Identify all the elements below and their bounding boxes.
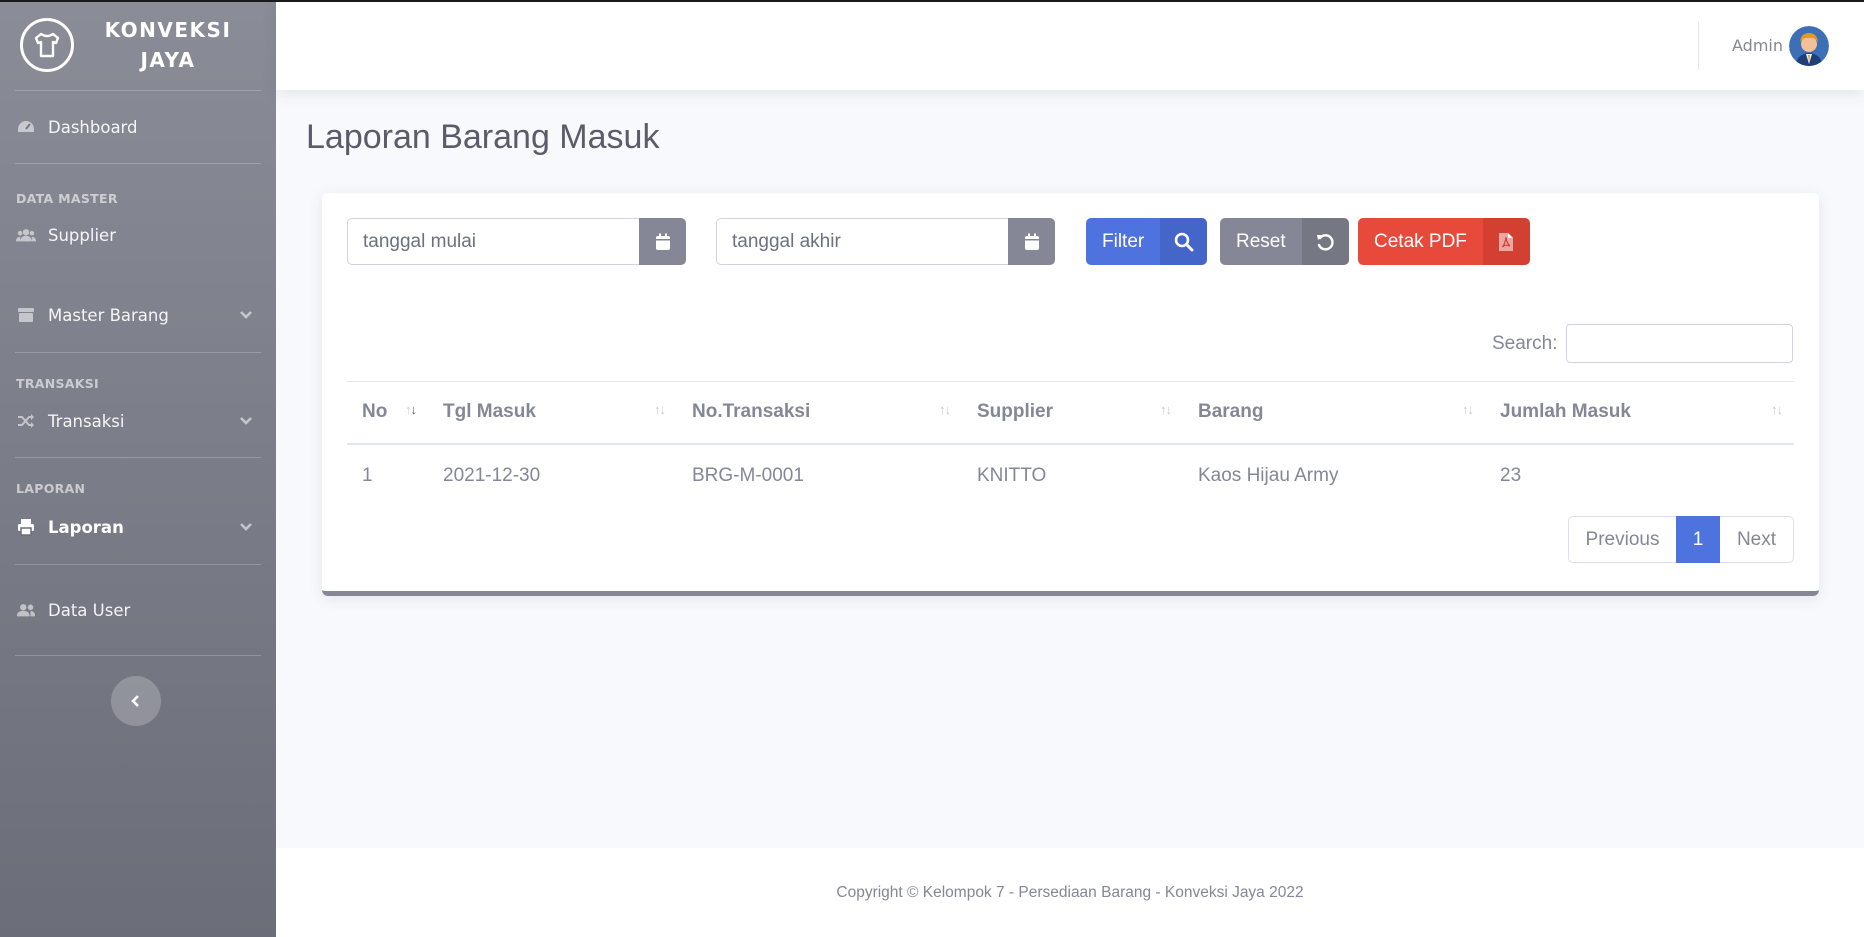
window-top-border — [0, 0, 1864, 2]
column-header-label: No — [362, 401, 388, 423]
sort-icon: ↑↓ — [1462, 402, 1474, 417]
sidebar: KONVEKSI JAYA Dashboard DATA MASTER Supp… — [0, 0, 276, 937]
users-icon — [16, 225, 36, 245]
page-title: Laporan Barang Masuk — [306, 118, 660, 156]
start-date-input[interactable] — [347, 218, 639, 265]
cell-jumlah-masuk: 23 — [1500, 464, 1522, 486]
random-icon — [16, 411, 36, 431]
sort-icon: ↑↓ — [654, 402, 666, 417]
column-header-jumlah-masuk[interactable]: Jumlah Masuk ↑↓ — [1485, 381, 1794, 445]
brand-name: KONVEKSI JAYA — [100, 15, 236, 75]
column-header-no[interactable]: No ↑↓ — [347, 381, 428, 445]
sidebar-brand[interactable]: KONVEKSI JAYA — [0, 0, 276, 90]
end-date-input[interactable] — [716, 218, 1008, 265]
column-header-label: Supplier — [977, 401, 1054, 423]
cell-barang: Kaos Hijau Army — [1198, 464, 1339, 486]
sidebar-item-dashboard[interactable]: Dashboard — [0, 91, 276, 163]
cell-no: 1 — [362, 464, 373, 486]
sidebar-item-label: Master Barang — [48, 305, 169, 325]
pagination: Previous 1 Next — [1568, 516, 1794, 563]
sort-icon: ↑↓ — [1771, 402, 1783, 417]
sort-icon: ↑↓ — [939, 402, 951, 417]
file-pdf-icon — [1482, 218, 1530, 265]
sidebar-item-supplier[interactable]: Supplier — [0, 206, 276, 264]
sidebar-divider — [15, 457, 261, 458]
chevron-down-icon — [238, 413, 254, 429]
tshirt-logo-icon — [20, 18, 74, 72]
column-header-label: Barang — [1198, 401, 1264, 423]
column-header-tgl-masuk[interactable]: Tgl Masuk ↑↓ — [428, 381, 677, 445]
sidebar-item-label: Transaksi — [48, 411, 125, 431]
sidebar-item-data-user[interactable]: Data User — [0, 565, 276, 655]
chevron-left-icon — [131, 694, 141, 708]
chevron-down-icon — [238, 519, 254, 535]
sidebar-item-label: Supplier — [48, 225, 116, 245]
filter-button-label: Filter — [1086, 218, 1161, 265]
print-icon — [16, 517, 36, 537]
user-group-icon — [16, 600, 36, 620]
column-header-no-transaksi[interactable]: No.Transaksi ↑↓ — [677, 381, 962, 445]
filter-button[interactable]: Filter — [1086, 218, 1208, 265]
sort-icon: ↑↓ — [1160, 402, 1172, 417]
calendar-icon — [1024, 233, 1040, 251]
table-search: Search: — [1492, 324, 1794, 363]
end-date-calendar-button[interactable] — [1008, 218, 1055, 265]
sidebar-heading-laporan: LAPORAN — [16, 481, 86, 496]
print-pdf-button[interactable]: Cetak PDF — [1358, 218, 1530, 265]
cell-tgl-masuk: 2021-12-30 — [443, 464, 541, 486]
footer: Copyright © Kelompok 7 - Persediaan Bara… — [276, 848, 1864, 937]
footer-copyright: Copyright © Kelompok 7 - Persediaan Bara… — [836, 883, 1304, 901]
cell-supplier: KNITTO — [977, 464, 1047, 486]
sidebar-item-label: Dashboard — [48, 117, 138, 137]
sidebar-divider — [15, 352, 261, 353]
search-label: Search: — [1492, 332, 1558, 354]
pagination-page-1[interactable]: 1 — [1676, 516, 1720, 563]
column-header-label: Jumlah Masuk — [1500, 401, 1631, 423]
topbar-divider — [1698, 22, 1699, 70]
sidebar-item-label: Data User — [48, 600, 131, 620]
sidebar-heading-data-master: DATA MASTER — [16, 191, 118, 206]
pagination-next-button[interactable]: Next — [1720, 516, 1794, 563]
brand-line-1: KONVEKSI — [104, 18, 232, 42]
sidebar-item-label: Laporan — [48, 517, 124, 537]
report-card: Filter Reset Cetak PDF Search: No ↑↓ Tgl … — [322, 193, 1819, 596]
column-header-label: No.Transaksi — [692, 401, 811, 423]
start-date-calendar-button[interactable] — [639, 218, 686, 265]
start-date-group — [347, 218, 686, 265]
sort-icon: ↑↓ — [405, 402, 417, 417]
search-icon — [1160, 218, 1208, 265]
sidebar-item-transaksi[interactable]: Transaksi — [0, 391, 276, 457]
undo-icon — [1301, 218, 1349, 265]
column-header-label: Tgl Masuk — [443, 401, 536, 423]
cell-no-transaksi: BRG-M-0001 — [692, 464, 804, 486]
calendar-icon — [655, 233, 671, 251]
sidebar-heading-transaksi: TRANSAKSI — [16, 376, 100, 391]
reset-button-label: Reset — [1220, 218, 1302, 265]
reset-button[interactable]: Reset — [1220, 218, 1349, 265]
report-table: No ↑↓ Tgl Masuk ↑↓ No.Transaksi ↑↓ Supplier… — [347, 381, 1794, 507]
chevron-down-icon — [238, 307, 254, 323]
sidebar-item-laporan[interactable]: Laporan — [0, 496, 276, 564]
pagination-previous-button[interactable]: Previous — [1568, 516, 1676, 563]
sidebar-toggle-button[interactable] — [111, 676, 161, 726]
table-row: 1 2021-12-30 BRG-M-0001 KNITTO Kaos Hija… — [347, 444, 1794, 507]
sidebar-divider — [15, 655, 261, 656]
sidebar-item-master-barang[interactable]: Master Barang — [0, 264, 276, 348]
column-header-barang[interactable]: Barang ↑↓ — [1183, 381, 1485, 445]
topbar: Admin — [276, 2, 1864, 90]
table-header-row: No ↑↓ Tgl Masuk ↑↓ No.Transaksi ↑↓ Supplier… — [347, 381, 1794, 445]
sidebar-divider — [15, 163, 261, 164]
box-icon — [16, 305, 36, 325]
brand-line-2: JAYA — [140, 48, 196, 72]
user-name[interactable]: Admin — [1732, 36, 1783, 55]
avatar[interactable] — [1789, 26, 1829, 66]
end-date-group — [716, 218, 1055, 265]
column-header-supplier[interactable]: Supplier ↑↓ — [962, 381, 1183, 445]
search-input[interactable] — [1566, 324, 1794, 363]
print-pdf-button-label: Cetak PDF — [1358, 218, 1483, 265]
tachometer-icon — [16, 117, 36, 137]
